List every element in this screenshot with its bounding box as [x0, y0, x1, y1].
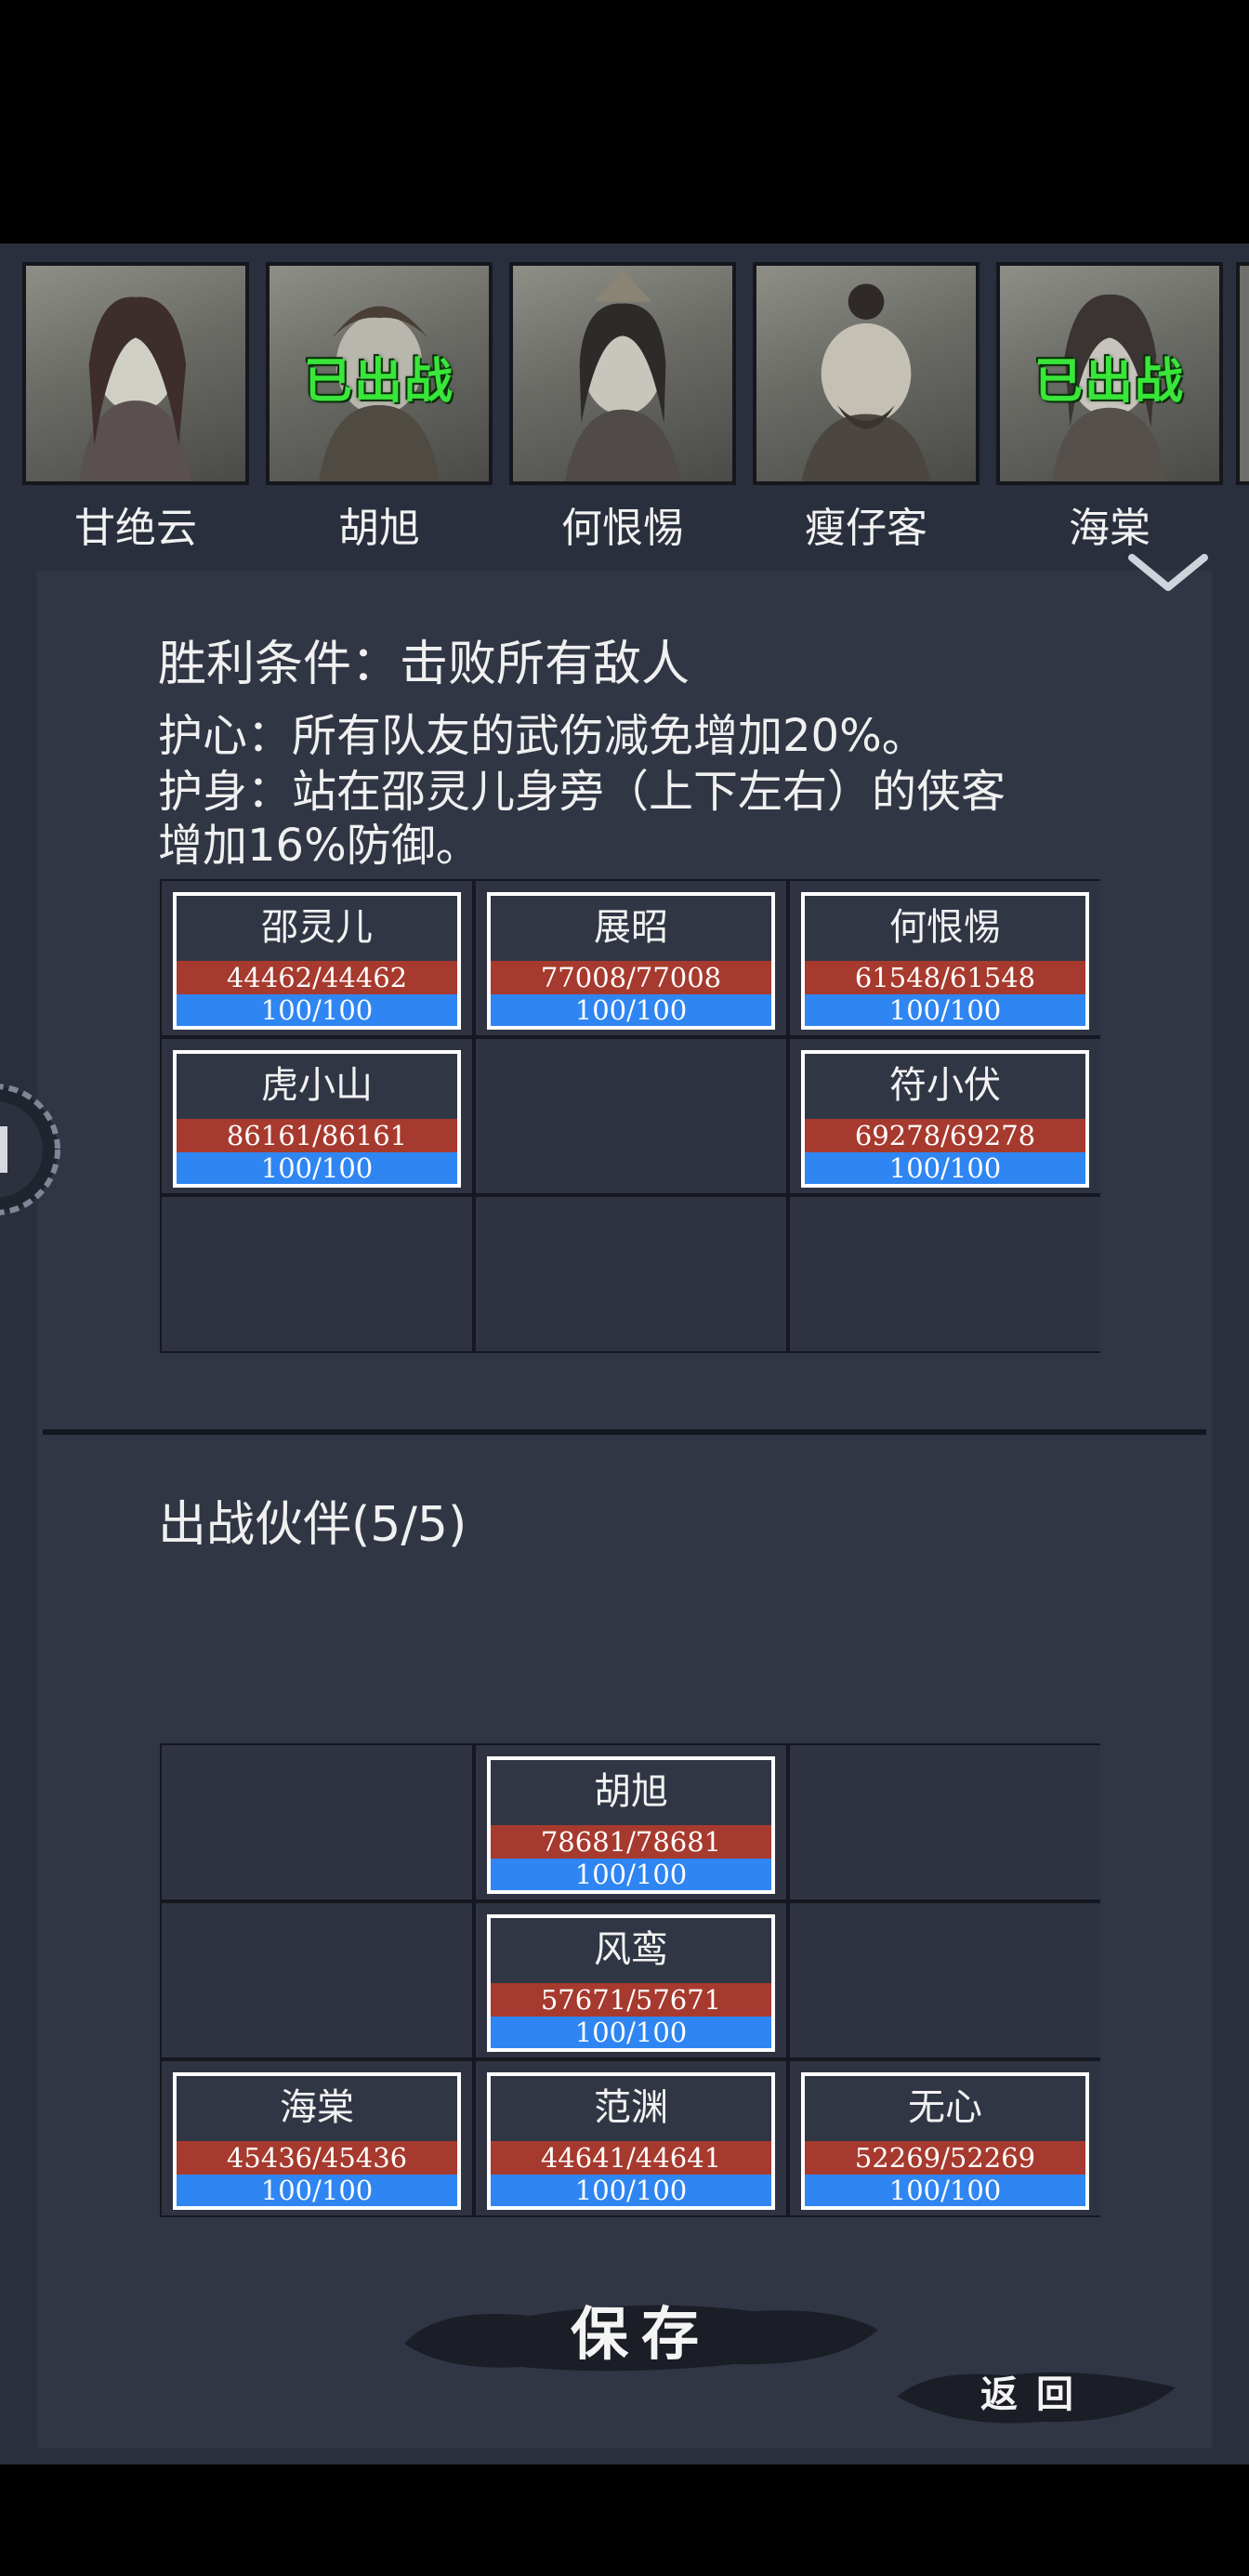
hp-bar: 77008/77008 [491, 961, 771, 994]
roster-hero-3[interactable]: 何恨惕 [509, 262, 736, 552]
unit-name: 展昭 [594, 906, 668, 949]
formation-slot[interactable]: 邵灵儿 44462/44462 100/100 [162, 881, 472, 1035]
formation-slot[interactable]: 虎小山 86161/86161 100/100 [162, 1039, 472, 1193]
formation-slot[interactable]: 海棠 45436/45436 100/100 [162, 2061, 472, 2215]
mp-bar: 100/100 [805, 2175, 1085, 2206]
deployed-badge: 已出战 [1033, 354, 1185, 410]
side-drawer-handle-icon[interactable] [0, 1080, 67, 1219]
hero-name: 甘绝云 [74, 505, 197, 552]
formation-slot[interactable] [790, 1745, 1100, 1899]
roster-next-portrait[interactable] [1236, 262, 1249, 485]
portrait-figure-icon [565, 269, 680, 481]
formation-slot[interactable]: 无心 52269/52269 100/100 [790, 2061, 1100, 2215]
mp-bar: 100/100 [805, 994, 1085, 1026]
roster-hero-4[interactable]: 瘦仔客 [753, 262, 979, 552]
save-button-label: 保存 [570, 2300, 712, 2368]
unit-name: 符小伏 [889, 1064, 1001, 1107]
formation-slot[interactable]: 风鸾 57671/57671 100/100 [476, 1903, 786, 2057]
formation-slot[interactable] [476, 1197, 786, 1351]
hp-bar: 69278/69278 [805, 1119, 1085, 1152]
unit-name: 虎小山 [261, 1064, 373, 1107]
deployed-badge: 已出战 [303, 354, 454, 410]
formation-slot[interactable]: 符小伏 69278/69278 100/100 [790, 1039, 1100, 1193]
formation-slot[interactable] [790, 1903, 1100, 2057]
hp-bar: 57671/57671 [491, 1983, 771, 2017]
mp-bar: 100/100 [177, 1152, 457, 1184]
formation-slot[interactable] [790, 1197, 1100, 1351]
mp-bar: 100/100 [491, 1859, 771, 1890]
save-button[interactable]: 保存 [400, 2279, 883, 2390]
hero-name: 何恨惕 [561, 505, 684, 552]
unit-card[interactable]: 风鸾 57671/57671 100/100 [487, 1914, 775, 2052]
back-button[interactable]: 返回 [892, 2355, 1180, 2435]
hero-portrait [509, 262, 736, 485]
formation-slot[interactable] [162, 1197, 472, 1351]
formation-slot[interactable]: 展昭 77008/77008 100/100 [476, 881, 786, 1035]
hero-portrait: 已出战 [996, 262, 1223, 485]
unit-name: 风鸾 [594, 1928, 668, 1971]
roster-hero-1[interactable]: 甘绝云 [22, 262, 249, 552]
mp-bar: 100/100 [491, 2175, 771, 2206]
hp-bar: 61548/61548 [805, 961, 1085, 994]
hero-portrait [22, 262, 249, 485]
formation-slot[interactable]: 范渊 44641/44641 100/100 [476, 2061, 786, 2215]
skill-desc-line: 增加16%防御。 [158, 820, 480, 872]
formation-slot[interactable] [162, 1745, 472, 1899]
unit-card[interactable]: 无心 52269/52269 100/100 [801, 2072, 1089, 2210]
unit-card[interactable]: 虎小山 86161/86161 100/100 [173, 1050, 461, 1188]
section-divider [43, 1429, 1206, 1435]
hp-bar: 44641/44641 [491, 2141, 771, 2175]
unit-name: 范渊 [594, 2086, 668, 2129]
party-formation-grid: 胡旭 78681/78681 100/100 风鸾 57671/57671 100/100… [160, 1743, 1100, 2217]
hero-name: 胡旭 [338, 505, 420, 552]
unit-card[interactable]: 符小伏 69278/69278 100/100 [801, 1050, 1089, 1188]
hp-bar: 44462/44462 [177, 961, 457, 994]
unit-name: 海棠 [280, 2086, 354, 2129]
unit-name: 邵灵儿 [261, 906, 373, 949]
portrait-figure-icon [80, 296, 191, 481]
unit-name: 何恨惕 [889, 906, 1001, 949]
hp-bar: 78681/78681 [491, 1825, 771, 1859]
hero-name: 海棠 [1069, 505, 1150, 552]
unit-card[interactable]: 展昭 77008/77008 100/100 [487, 892, 775, 1030]
unit-card[interactable]: 胡旭 78681/78681 100/100 [487, 1756, 775, 1894]
hero-name: 瘦仔客 [805, 505, 927, 552]
unit-card[interactable]: 范渊 44641/44641 100/100 [487, 2072, 775, 2210]
roster-hero-2[interactable]: 已出战 胡旭 [266, 262, 493, 552]
hero-roster: 甘绝云 已出战 胡旭 何恨惕 瘦仔客 已出战 海棠 [0, 243, 1249, 552]
portrait-figure-icon [801, 283, 931, 481]
formation-slot[interactable]: 胡旭 78681/78681 100/100 [476, 1745, 786, 1899]
mp-bar: 100/100 [177, 994, 457, 1026]
victory-condition: 胜利条件：击败所有敌人 [158, 637, 690, 692]
formation-slot[interactable]: 何恨惕 61548/61548 100/100 [790, 881, 1100, 1035]
roster-hero-5[interactable]: 已出战 海棠 [996, 262, 1223, 552]
hp-bar: 52269/52269 [805, 2141, 1085, 2175]
unit-name: 无心 [908, 2086, 982, 2129]
mp-bar: 100/100 [491, 2017, 771, 2048]
unit-card[interactable]: 海棠 45436/45436 100/100 [173, 2072, 461, 2210]
hp-bar: 45436/45436 [177, 2141, 457, 2175]
back-button-label: 返回 [980, 2372, 1092, 2416]
formation-screen: 甘绝云 已出战 胡旭 何恨惕 瘦仔客 已出战 海棠 胜利条件：击败所有敌人 护心… [0, 243, 1249, 2464]
enemy-formation-grid: 邵灵儿 44462/44462 100/100 展昭 77008/77008 100/10… [160, 879, 1100, 1353]
mp-bar: 100/100 [805, 1152, 1085, 1184]
hero-portrait: 已出战 [266, 262, 493, 485]
formation-slot[interactable] [476, 1039, 786, 1193]
formation-slot[interactable] [162, 1903, 472, 2057]
hero-portrait [753, 262, 979, 485]
hp-bar: 86161/86161 [177, 1119, 457, 1152]
unit-card[interactable]: 何恨惕 61548/61548 100/100 [801, 892, 1089, 1030]
party-title: 出战伙伴(5/5) [158, 1497, 467, 1553]
unit-name: 胡旭 [594, 1770, 668, 1813]
unit-card[interactable]: 邵灵儿 44462/44462 100/100 [173, 892, 461, 1030]
chevron-down-icon[interactable] [1126, 550, 1210, 597]
mp-bar: 100/100 [177, 2175, 457, 2206]
mp-bar: 100/100 [491, 994, 771, 1026]
